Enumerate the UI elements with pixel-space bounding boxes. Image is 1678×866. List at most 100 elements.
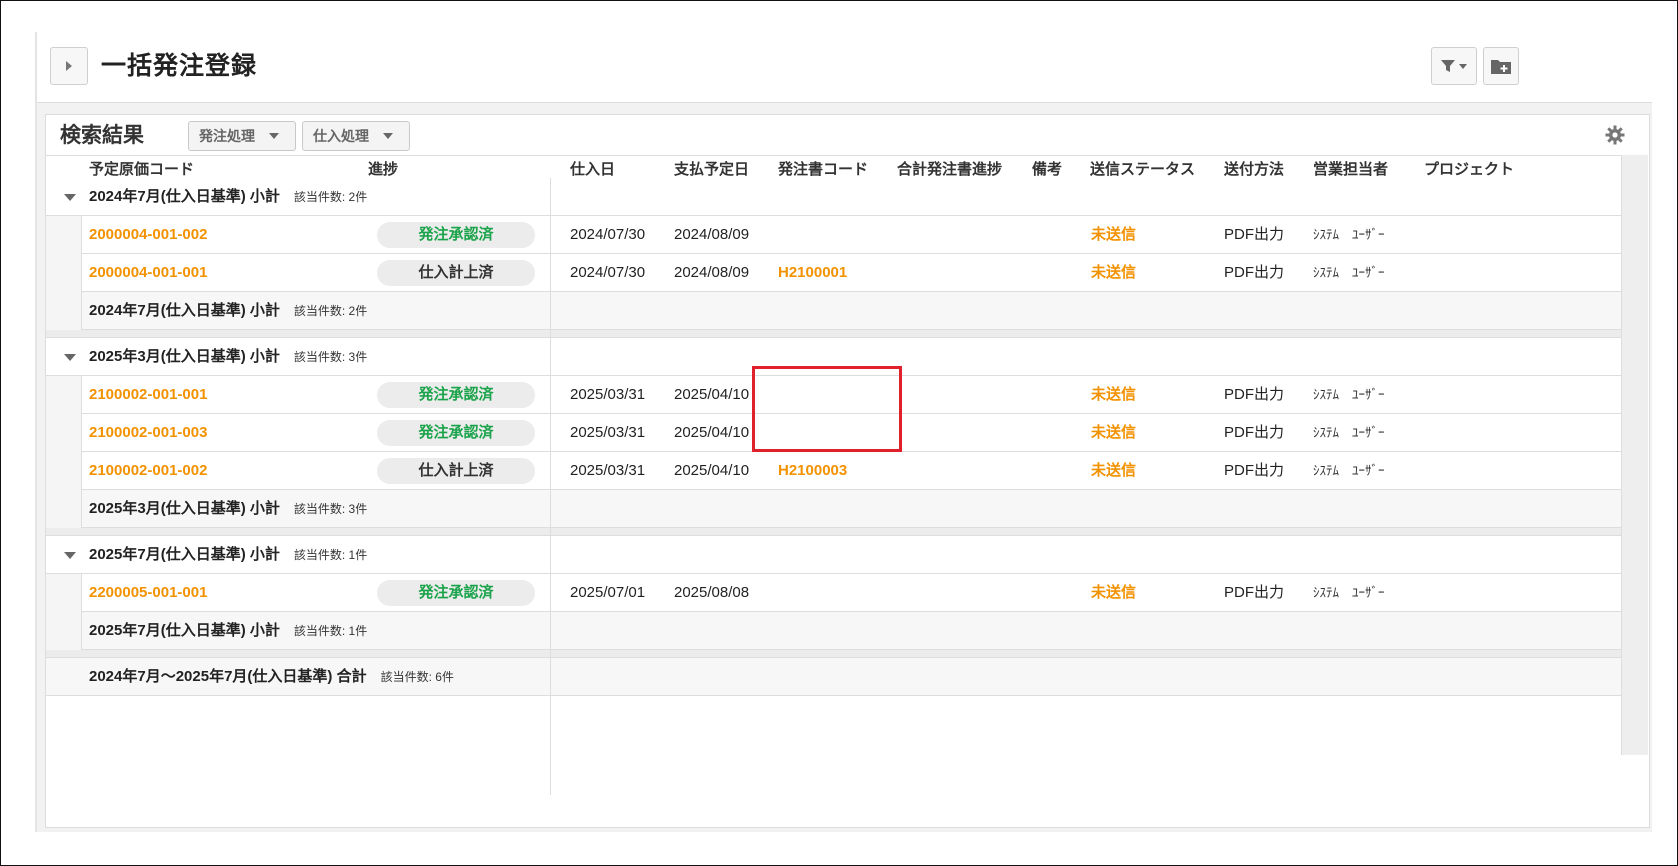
- cost-code-link[interactable]: 2000004-001-002: [89, 216, 207, 254]
- group-count: 該当件数: 2件: [293, 190, 368, 204]
- expand-collapse-icon[interactable]: [64, 552, 76, 559]
- expand-collapse-icon[interactable]: [64, 354, 76, 361]
- grand-total-row: 2024年7月～2025年7月(仕入日基準) 合計 該当件数: 6件: [46, 658, 1621, 696]
- row-indent: [46, 216, 82, 254]
- grand-total-count: 該当件数: 6件: [380, 670, 454, 684]
- payment-date-cell: 2024/08/09: [674, 264, 750, 281]
- col-po-code[interactable]: 発注書コード: [778, 158, 868, 179]
- group-header-row[interactable]: 2024年7月(仕入日基準) 小計 該当件数: 2件: [46, 178, 1621, 216]
- page-header: 一括発注登録: [37, 32, 1652, 103]
- send-status-cell: 未送信: [1091, 264, 1137, 281]
- sidebar-toggle-button[interactable]: [50, 47, 88, 85]
- group-subtotal-row: 2025年3月(仕入日基準) 小計 該当件数: 3件: [46, 490, 1621, 528]
- send-method-cell: PDF出力: [1224, 226, 1285, 243]
- frozen-column-divider: [550, 178, 551, 795]
- po-code-link[interactable]: H2100003: [778, 452, 847, 490]
- send-method-cell: PDF出力: [1224, 462, 1285, 479]
- payment-date-cell: 2025/04/10: [674, 424, 750, 441]
- group-separator: [46, 528, 1621, 536]
- row-indent: [46, 292, 82, 330]
- expand-collapse-icon[interactable]: [64, 194, 76, 201]
- purchase-date-cell: 2024/07/30: [570, 226, 646, 243]
- purchase-date-cell: 2025/03/31: [570, 462, 646, 479]
- payment-date-cell: 2025/08/08: [674, 584, 750, 601]
- progress-badge: 仕入計上済: [377, 260, 535, 286]
- payment-date-cell: 2024/08/09: [674, 226, 750, 243]
- po-code-link[interactable]: H2100001: [778, 254, 847, 292]
- caret-right-icon: [66, 61, 72, 71]
- row-indent: [46, 490, 82, 528]
- vertical-scrollbar[interactable]: [1621, 155, 1648, 755]
- send-method-cell: PDF出力: [1224, 424, 1285, 441]
- group-subtotal-row: 2025年7月(仕入日基準) 小計 該当件数: 1件: [46, 612, 1621, 650]
- order-process-dropdown[interactable]: 発注処理: [188, 121, 296, 151]
- add-folder-button[interactable]: [1483, 47, 1519, 85]
- group-count: 該当件数: 3件: [293, 350, 368, 364]
- panel-title: 検索結果: [60, 123, 144, 147]
- cost-code-link[interactable]: 2100002-001-001: [89, 376, 207, 414]
- search-results-panel: 検索結果 発注処理 仕入処理 予定原価コード 進捗 仕入日 支払予定日 発注書コ…: [45, 114, 1650, 828]
- column-header-row: 予定原価コード 進捗 仕入日 支払予定日 発注書コード 合計発注書進捗 備考 送…: [46, 155, 1621, 180]
- send-method-cell: PDF出力: [1224, 584, 1285, 601]
- col-code[interactable]: 予定原価コード: [89, 158, 194, 179]
- table-row[interactable]: 2200005-001-001 2025/07/01 2025/08/08 未送信 PD…: [46, 574, 1621, 612]
- cost-code-link[interactable]: 2000004-001-001: [89, 254, 207, 292]
- group-separator: [46, 650, 1621, 658]
- table-row[interactable]: 2000004-001-002 2024/07/30 2024/08/09 未送信 PD…: [46, 216, 1621, 254]
- page-title: 一括発注登録: [101, 51, 258, 80]
- group-label-cell: 2025年3月(仕入日基準) 小計 該当件数: 3件: [89, 490, 367, 528]
- group-label: 2024年7月(仕入日基準) 小計: [89, 188, 280, 205]
- row-indent: [46, 376, 82, 414]
- purchase-date-cell: 2025/03/31: [570, 424, 646, 441]
- sales-rep-cell: ｼｽﾃﾑ ﾕｰｻﾞｰ: [1313, 387, 1385, 402]
- send-status-cell: 未送信: [1091, 462, 1137, 479]
- order-process-label: 発注処理: [199, 128, 255, 144]
- sales-rep-cell: ｼｽﾃﾑ ﾕｰｻﾞｰ: [1313, 425, 1385, 440]
- group-header-row[interactable]: 2025年7月(仕入日基準) 小計 該当件数: 1件: [46, 536, 1621, 574]
- col-notes[interactable]: 備考: [1032, 158, 1062, 179]
- gear-icon[interactable]: [1605, 125, 1625, 145]
- row-indent: [46, 254, 82, 292]
- send-status-cell: 未送信: [1091, 584, 1137, 601]
- group-label-cell: 2025年7月(仕入日基準) 小計 該当件数: 1件: [89, 612, 367, 650]
- progress-badge: 発注承認済: [377, 580, 535, 606]
- send-status-cell: 未送信: [1091, 386, 1137, 403]
- sales-rep-cell: ｼｽﾃﾑ ﾕｰｻﾞｰ: [1313, 585, 1385, 600]
- group-label-cell: 2025年7月(仕入日基準) 小計 該当件数: 1件: [89, 536, 367, 574]
- col-payment-date[interactable]: 支払予定日: [674, 158, 749, 179]
- send-method-cell: PDF出力: [1224, 386, 1285, 403]
- cost-code-link[interactable]: 2100002-001-002: [89, 452, 207, 490]
- filter-icon: [1441, 60, 1467, 72]
- cost-code-link[interactable]: 2100002-001-003: [89, 414, 207, 452]
- purchase-date-cell: 2024/07/30: [570, 264, 646, 281]
- group-label: 2025年7月(仕入日基準) 小計: [89, 622, 280, 639]
- purchase-process-label: 仕入処理: [313, 128, 369, 144]
- col-project[interactable]: プロジェクト: [1424, 158, 1514, 179]
- send-method-cell: PDF出力: [1224, 264, 1285, 281]
- group-count: 該当件数: 2件: [293, 304, 368, 318]
- col-total-po-progress[interactable]: 合計発注書進捗: [897, 158, 1002, 179]
- payment-date-cell: 2025/04/10: [674, 386, 750, 403]
- send-status-cell: 未送信: [1091, 226, 1137, 243]
- table-row[interactable]: 2000004-001-001 2024/07/30 2024/08/09 H2100…: [46, 254, 1621, 292]
- col-progress[interactable]: 進捗: [368, 158, 398, 179]
- purchase-process-dropdown[interactable]: 仕入処理: [302, 121, 410, 151]
- progress-badge: 発注承認済: [377, 222, 535, 248]
- progress-badge: 発注承認済: [377, 382, 535, 408]
- col-sales-rep[interactable]: 営業担当者: [1313, 158, 1388, 179]
- row-indent: [46, 452, 82, 490]
- group-separator: [46, 330, 1621, 338]
- results-grid: 予定原価コード 進捗 仕入日 支払予定日 発注書コード 合計発注書進捗 備考 送…: [46, 155, 1621, 795]
- folder-plus-icon: [1491, 60, 1511, 74]
- row-indent: [46, 612, 82, 650]
- cost-code-link[interactable]: 2200005-001-001: [89, 574, 207, 612]
- col-purchase-date[interactable]: 仕入日: [570, 158, 615, 179]
- filter-dropdown-button[interactable]: [1431, 47, 1477, 85]
- col-send-method[interactable]: 送付方法: [1224, 158, 1284, 179]
- group-label: 2025年7月(仕入日基準) 小計: [89, 546, 280, 563]
- row-indent: [46, 574, 82, 612]
- col-send-status[interactable]: 送信ステータス: [1090, 158, 1195, 179]
- table-row[interactable]: 2100002-001-002 2025/03/31 2025/04/10 H2100…: [46, 452, 1621, 490]
- send-status-cell: 未送信: [1091, 424, 1137, 441]
- highlight-box: [752, 366, 902, 452]
